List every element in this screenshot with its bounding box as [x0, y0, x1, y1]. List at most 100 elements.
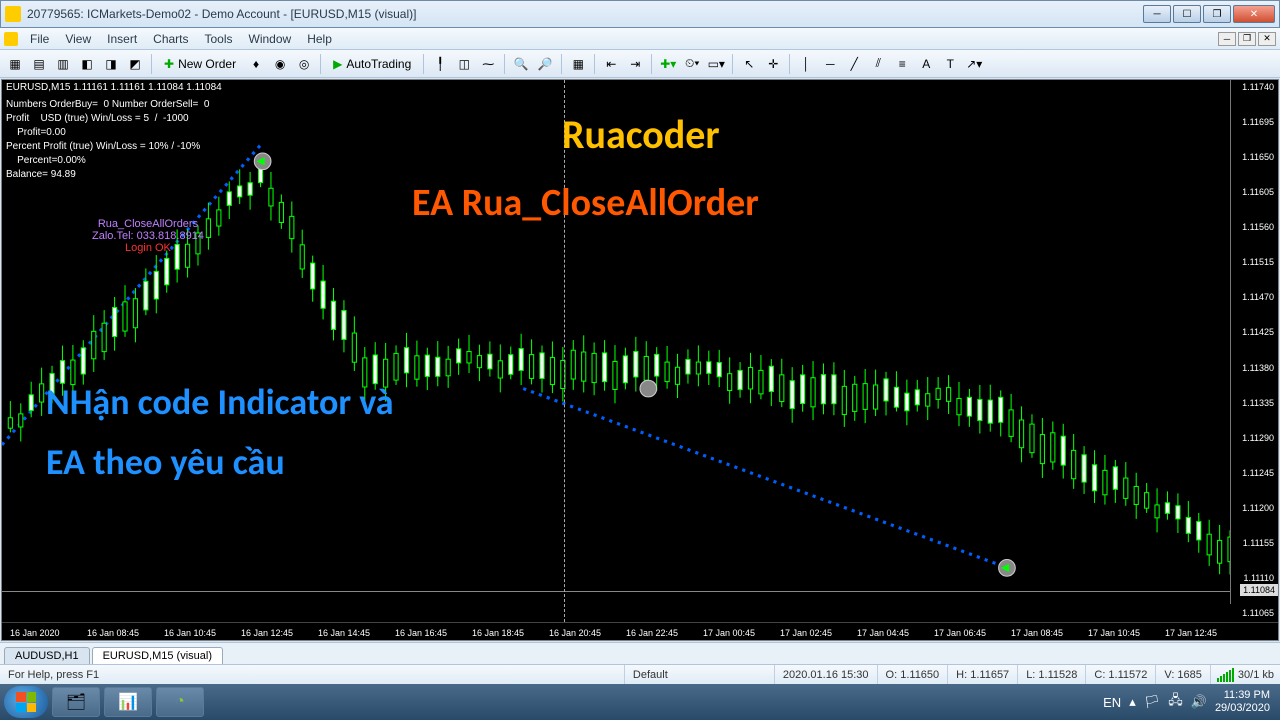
price-tick: 1.11650	[1242, 152, 1274, 162]
status-open: O: 1.11650	[878, 665, 949, 684]
chart-tab[interactable]: AUDUSD,H1	[4, 647, 90, 664]
menu-window[interactable]: Window	[241, 30, 300, 48]
hline-button[interactable]: ─	[819, 53, 841, 75]
restore-button[interactable]: ❐	[1203, 5, 1231, 23]
maximize-button[interactable]: ☐	[1173, 5, 1201, 23]
tray-flag-icon[interactable]: 🏳	[1144, 694, 1161, 710]
app-icon	[5, 6, 21, 22]
price-tick: 1.11695	[1242, 117, 1274, 127]
menu-help[interactable]: Help	[299, 30, 340, 48]
tray-date: 29/03/2020	[1215, 702, 1270, 715]
start-button[interactable]	[4, 686, 48, 718]
taskbar-explorer-button[interactable]: 🗂	[52, 687, 100, 717]
app-small-icon	[4, 32, 18, 46]
market-watch-button[interactable]: ▥	[52, 53, 74, 75]
zoom-in-button[interactable]: 🔍	[510, 53, 532, 75]
price-tick: 1.11245	[1242, 468, 1274, 478]
trendline-button[interactable]: ╱	[843, 53, 865, 75]
fibo-button[interactable]: ≡	[891, 53, 913, 75]
status-datetime: 2020.01.16 15:30	[775, 665, 878, 684]
price-tick: 1.11515	[1242, 257, 1274, 267]
text-button[interactable]: A	[915, 53, 937, 75]
indicators-button[interactable]: ✚▾	[657, 53, 679, 75]
arrows-button[interactable]: ↗▾	[963, 53, 985, 75]
new-chart-button[interactable]: ▦	[4, 53, 26, 75]
child-close-button[interactable]: ✕	[1258, 32, 1276, 46]
chart-vertical-line	[564, 80, 565, 622]
close-button[interactable]: ✕	[1233, 5, 1275, 23]
taskbar-mt4-button[interactable]: 📊	[104, 687, 152, 717]
price-tick: 1.11380	[1242, 363, 1274, 373]
tray-volume-icon[interactable]: 🔊	[1191, 694, 1207, 710]
signal-bars-icon	[1217, 668, 1234, 682]
connection-text: 30/1 kb	[1238, 669, 1274, 681]
bar-chart-button[interactable]: ╿	[429, 53, 451, 75]
time-tick: 16 Jan 2020	[10, 628, 60, 638]
price-tick: 1.11560	[1242, 222, 1274, 232]
terminal-button[interactable]: ◨	[100, 53, 122, 75]
shift-button[interactable]: ⇤	[600, 53, 622, 75]
new-order-label: New Order	[178, 57, 236, 71]
child-minimize-button[interactable]: ─	[1218, 32, 1236, 46]
tray-show-hidden-icon[interactable]: ▴	[1129, 694, 1136, 710]
navigator-button[interactable]: ◧	[76, 53, 98, 75]
templates-button[interactable]: ▭▾	[705, 53, 727, 75]
ea-status: Login OK	[92, 242, 204, 254]
tray-network-icon[interactable]: 🖧	[1168, 691, 1183, 713]
status-volume: V: 1685	[1156, 665, 1211, 684]
chart-tab[interactable]: EURUSD,M15 (visual)	[92, 647, 223, 664]
label-button[interactable]: T	[939, 53, 961, 75]
time-tick: 17 Jan 02:45	[780, 628, 832, 638]
toolbar: ▦ ▤ ▥ ◧ ◨ ◩ ✚New Order ♦ ◉ ◎ ▶AutoTradin…	[0, 50, 1280, 78]
channel-button[interactable]: ⫽	[867, 53, 889, 75]
price-tick: 1.11335	[1242, 398, 1274, 408]
overlay-title-3: NHận code Indicator và	[46, 380, 394, 424]
tray-lang[interactable]: EN	[1103, 695, 1121, 710]
autotrading-button[interactable]: ▶AutoTrading	[326, 53, 418, 75]
connection-status[interactable]: 30/1 kb	[1211, 668, 1280, 682]
signals-button[interactable]: ◎	[293, 53, 315, 75]
taskbar-app-button[interactable]: ◔	[156, 687, 204, 717]
window-titlebar: 20779565: ICMarkets-Demo02 - Demo Accoun…	[0, 0, 1280, 28]
chart-horizontal-line	[2, 591, 1230, 592]
zoom-out-button[interactable]: 🔎	[534, 53, 556, 75]
expert-button[interactable]: ◉	[269, 53, 291, 75]
minimize-button[interactable]: ─	[1143, 5, 1171, 23]
menu-tools[interactable]: Tools	[197, 30, 241, 48]
cursor-button[interactable]: ↖	[738, 53, 760, 75]
status-help: For Help, press F1	[0, 665, 625, 684]
menu-view[interactable]: View	[57, 30, 99, 48]
tester-button[interactable]: ◩	[124, 53, 146, 75]
menu-insert[interactable]: Insert	[99, 30, 145, 48]
new-order-button[interactable]: ✚New Order	[157, 53, 243, 75]
metaquotes-button[interactable]: ♦	[245, 53, 267, 75]
status-low: L: 1.11528	[1018, 665, 1086, 684]
periods-button[interactable]: ⏲▾	[681, 53, 703, 75]
tile-button[interactable]: ▦	[567, 53, 589, 75]
time-tick: 16 Jan 16:45	[395, 628, 447, 638]
chart-info-text: Numbers OrderBuy= 0 Number OrderSell= 0P…	[6, 98, 209, 182]
status-high: H: 1.11657	[948, 665, 1018, 684]
time-tick: 17 Jan 00:45	[703, 628, 755, 638]
status-bar: For Help, press F1 Default 2020.01.16 15…	[0, 664, 1280, 684]
chart-window[interactable]: EURUSD,M15 1.11161 1.11161 1.11084 1.110…	[1, 79, 1279, 641]
crosshair-button[interactable]: ✛	[762, 53, 784, 75]
menu-file[interactable]: File	[22, 30, 57, 48]
line-chart-button[interactable]: ⁓	[477, 53, 499, 75]
vline-button[interactable]: │	[795, 53, 817, 75]
time-tick: 16 Jan 22:45	[626, 628, 678, 638]
time-tick: 16 Jan 10:45	[164, 628, 216, 638]
profiles-button[interactable]: ▤	[28, 53, 50, 75]
windows-logo-icon	[16, 692, 36, 712]
menu-charts[interactable]: Charts	[145, 30, 196, 48]
ea-contact: Zalo.Tel: 033.818.8914	[92, 230, 204, 242]
price-current-label: 1.11084	[1240, 584, 1278, 596]
child-restore-button[interactable]: ❐	[1238, 32, 1256, 46]
time-axis: 16 Jan 202016 Jan 08:4516 Jan 10:4516 Ja…	[2, 622, 1278, 640]
price-tick: 1.11065	[1242, 608, 1274, 618]
candle-chart-button[interactable]: ◫	[453, 53, 475, 75]
autoscroll-button[interactable]: ⇥	[624, 53, 646, 75]
tray-clock[interactable]: 11:39 PM 29/03/2020	[1215, 689, 1270, 715]
price-tick: 1.11605	[1242, 187, 1274, 197]
time-tick: 16 Jan 18:45	[472, 628, 524, 638]
